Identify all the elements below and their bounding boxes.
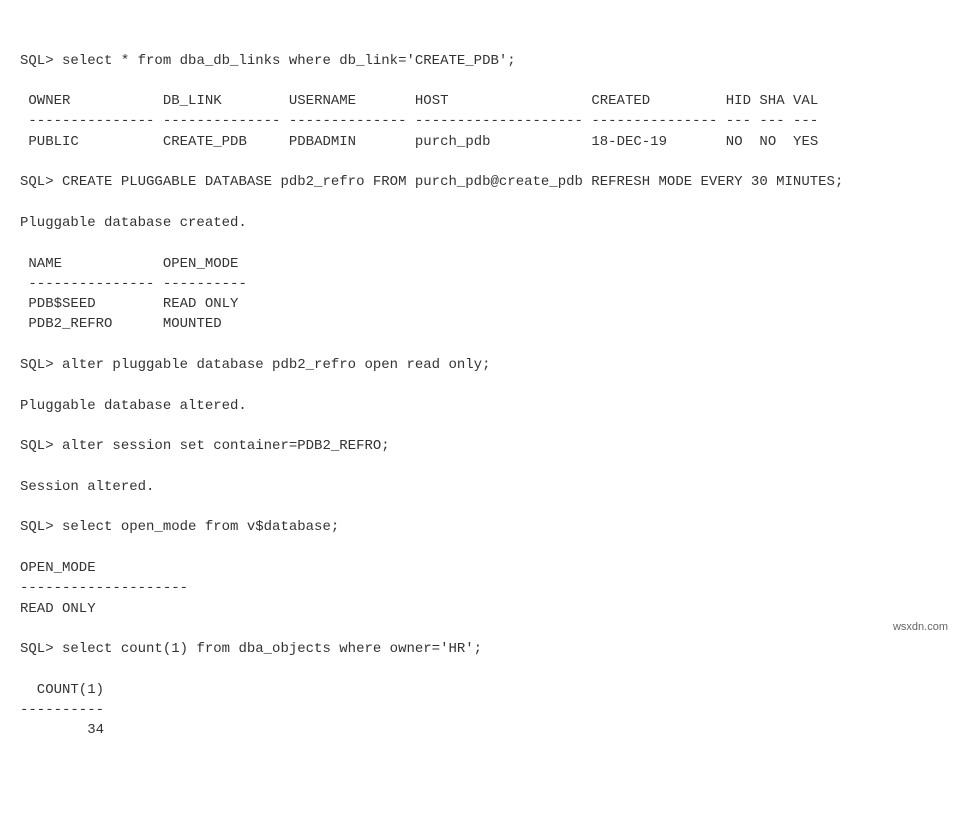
- rule: --------------: [163, 113, 281, 129]
- sql-prompt: SQL>: [20, 357, 62, 373]
- watermark: wsxdn.com: [893, 620, 948, 636]
- rule: ---: [726, 113, 751, 129]
- msg-pdb-altered: Pluggable database altered.: [20, 398, 247, 414]
- val-created: 18-DEC-19: [591, 134, 667, 150]
- sql-query-count: select count(1) from dba_objects where o…: [62, 641, 482, 657]
- rule: --------------------: [20, 580, 188, 596]
- msg-pdb-created: Pluggable database created.: [20, 215, 247, 231]
- col-openmode-hdr: OPEN_MODE: [163, 256, 239, 272]
- sql-query-dblinks: select * from dba_db_links where db_link…: [62, 53, 516, 69]
- rule: ---: [793, 113, 818, 129]
- val-host: purch_pdb: [415, 134, 491, 150]
- pdb-mode: READ ONLY: [163, 296, 239, 312]
- val-username: PDBADMIN: [289, 134, 356, 150]
- col-name-hdr: NAME: [28, 256, 62, 272]
- terminal-output: SQL> select * from dba_db_links where db…: [20, 51, 936, 741]
- col-owner-hdr: OWNER: [28, 93, 70, 109]
- sql-query-create-pdb: CREATE PLUGGABLE DATABASE pdb2_refro FRO…: [62, 174, 843, 190]
- sql-prompt: SQL>: [20, 641, 62, 657]
- pdb-name: PDB$SEED: [28, 296, 95, 312]
- col-val-hdr: VAL: [793, 93, 818, 109]
- sql-prompt: SQL>: [20, 438, 62, 454]
- rule: ---------------: [28, 113, 154, 129]
- col-host-hdr: HOST: [415, 93, 449, 109]
- sql-prompt: SQL>: [20, 174, 62, 190]
- rule: ---------------: [591, 113, 717, 129]
- rule: --------------------: [415, 113, 583, 129]
- val-openmode: READ ONLY: [20, 601, 96, 617]
- val-sha: NO: [759, 134, 776, 150]
- val-hid: NO: [726, 134, 743, 150]
- col-created-hdr: CREATED: [591, 93, 650, 109]
- val-val: YES: [793, 134, 818, 150]
- col-username-hdr: USERNAME: [289, 93, 356, 109]
- col-count-hdr: COUNT(1): [20, 682, 104, 698]
- msg-session-altered: Session altered.: [20, 479, 154, 495]
- sql-query-openmode: select open_mode from v$database;: [62, 519, 339, 535]
- col-sha-hdr: SHA: [759, 93, 784, 109]
- rule: --------------: [289, 113, 407, 129]
- col-openmode-hdr: OPEN_MODE: [20, 560, 96, 576]
- sql-query-set-container: alter session set container=PDB2_REFRO;: [62, 438, 390, 454]
- pdb-name: PDB2_REFRO: [28, 316, 112, 332]
- pdb-mode: MOUNTED: [163, 316, 222, 332]
- val-count: 34: [20, 722, 104, 738]
- rule: ----------: [20, 702, 104, 718]
- val-dblink: CREATE_PDB: [163, 134, 247, 150]
- col-hid-hdr: HID: [726, 93, 751, 109]
- rule: ---------------: [28, 276, 154, 292]
- rule: ----------: [163, 276, 247, 292]
- sql-prompt: SQL>: [20, 53, 62, 69]
- sql-prompt: SQL>: [20, 519, 62, 535]
- sql-query-open-readonly: alter pluggable database pdb2_refro open…: [62, 357, 490, 373]
- rule: ---: [759, 113, 784, 129]
- col-dblink-hdr: DB_LINK: [163, 93, 222, 109]
- val-owner: PUBLIC: [28, 134, 78, 150]
